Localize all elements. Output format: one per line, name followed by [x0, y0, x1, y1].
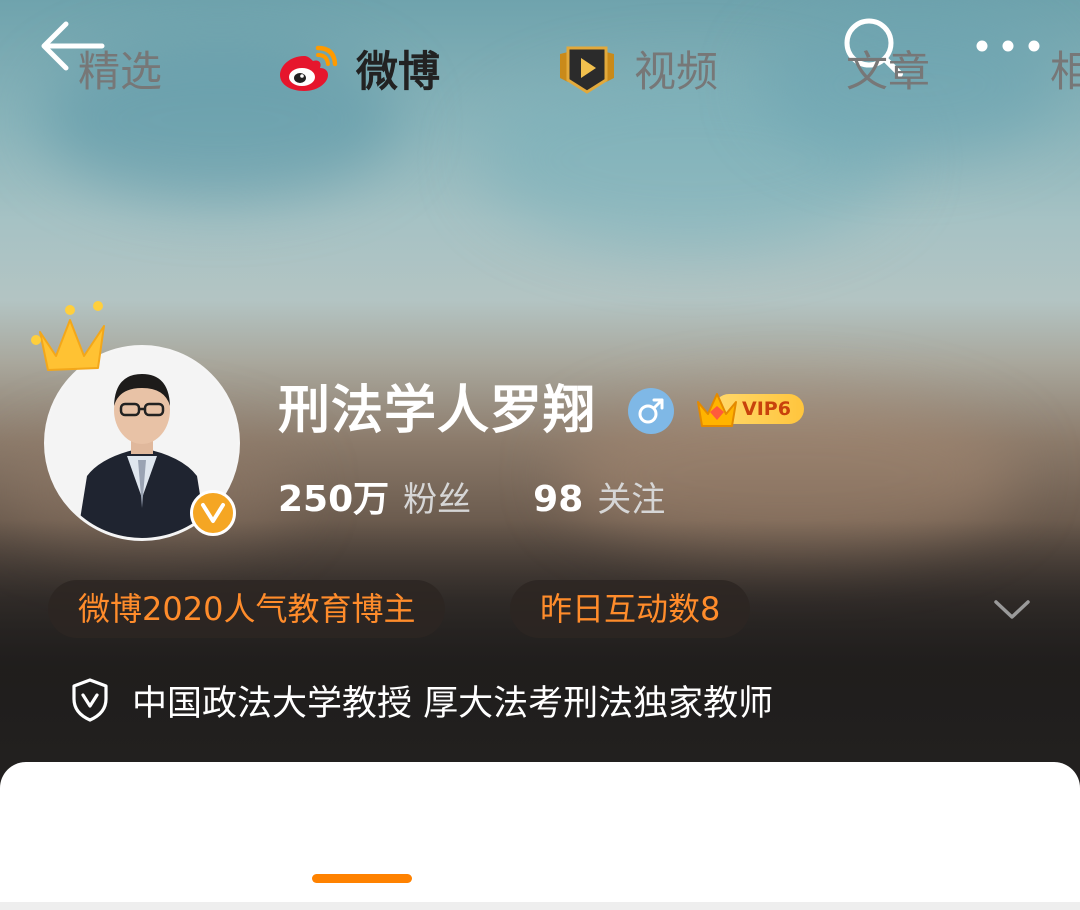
vip-crown-icon	[697, 393, 737, 427]
vip-badge[interactable]: VIP6	[694, 386, 806, 430]
bio-text: 中国政法大学教授 厚大法考刑法独家教师	[132, 683, 774, 724]
tab-video[interactable]: 视频	[556, 38, 718, 98]
tab-label: 精选	[78, 46, 163, 96]
more-button[interactable]	[970, 26, 1046, 66]
tab-weibo[interactable]: 微博	[278, 38, 440, 98]
video-play-icon	[560, 46, 614, 94]
tab-album[interactable]: 相	[1050, 38, 1080, 98]
followers-label[interactable]: 粉丝	[403, 472, 471, 521]
profile-bio: 中国政法大学教授 厚大法考刑法独家教师	[70, 670, 773, 730]
expand-profile-button[interactable]	[990, 592, 1034, 626]
popular-blogger-tag[interactable]: 微博2020人气教育博主	[48, 580, 446, 638]
verified-badge-icon	[190, 490, 236, 536]
vip-level-label: VIP6	[742, 398, 791, 420]
tab-label: 视频	[634, 46, 719, 96]
male-gender-icon	[628, 388, 674, 434]
profile-username: 刑法学人罗翔	[278, 381, 597, 441]
interaction-count-tag[interactable]: 昨日互动数8	[510, 580, 751, 638]
tab-label: 微博	[356, 46, 441, 96]
verified-shield-icon	[72, 678, 108, 722]
crown-icon	[26, 298, 116, 378]
chevron-down-icon	[994, 600, 1030, 619]
tab-label: 文章	[846, 46, 931, 96]
active-tab-indicator	[312, 874, 412, 883]
content-tabs	[0, 762, 1080, 902]
followers-count[interactable]: 250万	[278, 470, 389, 522]
following-label[interactable]: 关注	[597, 472, 665, 521]
more-dots-icon	[976, 40, 1040, 52]
tab-label: 相	[1050, 46, 1080, 96]
tab-article[interactable]: 文章	[846, 38, 930, 98]
profile-stats: 250万 粉丝 98 关注	[278, 470, 665, 524]
tab-featured[interactable]: 精选	[78, 38, 162, 98]
weibo-logo-icon	[280, 45, 338, 91]
following-count[interactable]: 98	[533, 479, 583, 520]
